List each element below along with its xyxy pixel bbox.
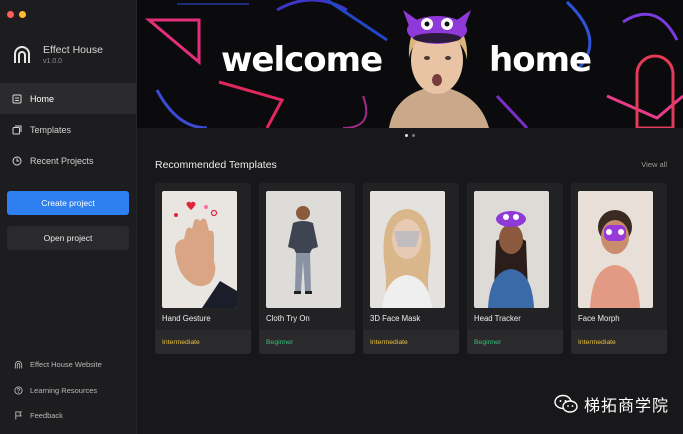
window-controls	[7, 11, 26, 18]
sidebar-item-label: Templates	[30, 124, 72, 135]
carousel-indicator	[137, 128, 683, 142]
watermark: 梯拓商学院	[554, 392, 669, 416]
learning-resources-link[interactable]: Learning Resources	[14, 378, 102, 404]
template-level-bar: Intermediate	[571, 330, 667, 354]
template-level-badge: Beginner	[474, 339, 502, 346]
sidebar-item-recent-projects[interactable]: Recent Projects	[0, 145, 136, 176]
template-level-badge: Intermediate	[578, 339, 616, 346]
sidebar-item-label: Home	[30, 93, 55, 104]
sidebar: Effect House v1.0.0 Home Templates Recen…	[0, 0, 137, 434]
template-level-bar: Intermediate	[363, 330, 459, 354]
main-content: welcome home Recommended Templates View …	[137, 0, 683, 434]
template-level-badge: Intermediate	[370, 339, 408, 346]
sidebar-footer: Effect House Website Learning Resources …	[14, 352, 102, 429]
template-name: Face Morph	[578, 314, 620, 323]
template-card-head-tracker[interactable]: Head Tracker Beginner	[467, 183, 563, 354]
template-thumbnail	[578, 191, 653, 308]
template-cards: Hand Gesture Intermediate Cloth Try On B…	[155, 183, 667, 354]
template-name: Head Tracker	[474, 314, 521, 323]
hero-title-home: home	[489, 40, 592, 80]
watermark-text: 梯拓商学院	[583, 396, 669, 415]
templates-icon	[12, 125, 22, 134]
hero-banner[interactable]: welcome home	[137, 0, 683, 128]
template-thumbnail	[474, 191, 549, 308]
wechat-icon	[554, 394, 578, 413]
template-level-bar: Beginner	[259, 330, 355, 354]
help-circle-icon	[14, 386, 23, 395]
section-title: Recommended Templates	[155, 159, 277, 171]
open-project-button[interactable]: Open project	[7, 226, 129, 250]
home-icon	[12, 94, 22, 103]
sidebar-item-templates[interactable]: Templates	[0, 114, 136, 145]
template-level-bar: Beginner	[467, 330, 563, 354]
feedback-link[interactable]: Feedback	[14, 403, 102, 429]
template-thumbnail	[266, 191, 341, 308]
effect-house-logo-icon	[14, 46, 30, 63]
footer-link-label: Learning Resources	[30, 385, 98, 395]
template-card-cloth-try-on[interactable]: Cloth Try On Beginner	[259, 183, 355, 354]
template-name: Hand Gesture	[162, 314, 211, 323]
sidebar-nav: Home Templates Recent Projects	[0, 83, 136, 176]
app-name: Effect House	[43, 44, 103, 56]
template-thumbnail	[370, 191, 445, 308]
carousel-dot[interactable]	[405, 133, 408, 137]
flag-icon	[15, 411, 23, 420]
sidebar-item-home[interactable]: Home	[0, 83, 136, 114]
app-version: v1.0.0	[43, 58, 63, 65]
template-name: 3D Face Mask	[370, 314, 421, 323]
template-card-hand-gesture[interactable]: Hand Gesture Intermediate	[155, 183, 251, 354]
effect-house-logo-icon	[14, 361, 23, 369]
app-window: Effect House v1.0.0 Home Templates Recen…	[0, 0, 683, 434]
close-window-button[interactable]	[7, 11, 14, 18]
template-card-face-morph[interactable]: Face Morph Intermediate	[571, 183, 667, 354]
template-card-3d-face-mask[interactable]: 3D Face Mask Intermediate	[363, 183, 459, 354]
hero-background-art	[137, 0, 683, 128]
brand: Effect House v1.0.0	[12, 44, 103, 66]
template-thumbnail	[162, 191, 237, 308]
create-project-button[interactable]: Create project	[7, 191, 129, 215]
template-level-bar: Intermediate	[155, 330, 251, 354]
view-all-link[interactable]: View all	[641, 160, 667, 169]
clock-icon	[12, 156, 22, 165]
template-level-badge: Intermediate	[162, 339, 200, 346]
effect-house-website-link[interactable]: Effect House Website	[14, 352, 102, 378]
footer-link-label: Effect House Website	[30, 360, 102, 370]
footer-link-label: Feedback	[30, 411, 63, 421]
template-level-badge: Beginner	[266, 339, 294, 346]
minimize-window-button[interactable]	[19, 11, 26, 18]
template-name: Cloth Try On	[266, 314, 310, 323]
carousel-dot[interactable]	[412, 133, 415, 137]
sidebar-item-label: Recent Projects	[30, 155, 94, 166]
hero-title-welcome: welcome	[221, 40, 383, 80]
